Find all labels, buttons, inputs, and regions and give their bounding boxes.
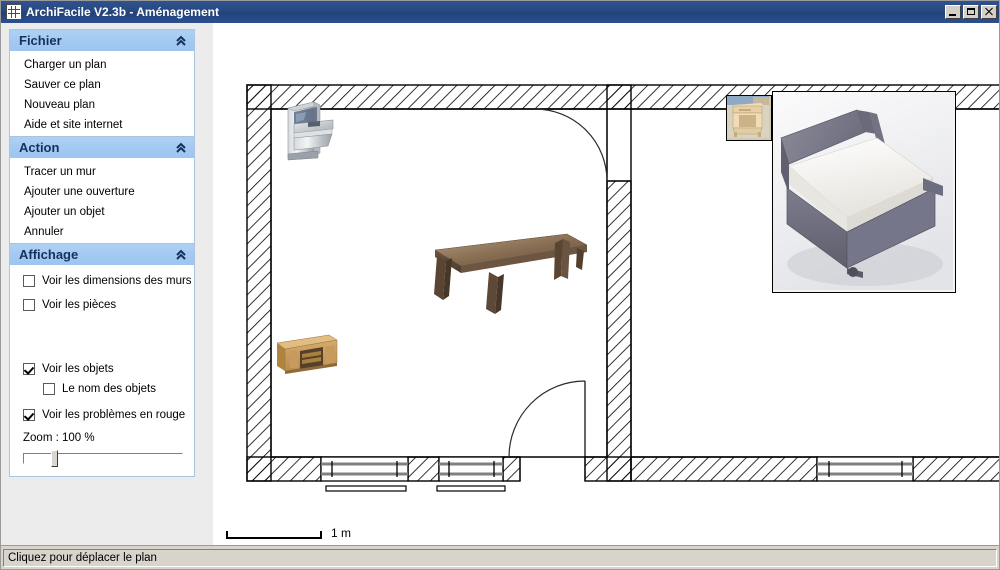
- group-title-action: Action: [19, 140, 60, 155]
- checkbox-label-nom-des-objets: Le nom des objets: [62, 383, 156, 395]
- group-action: Action Tracer un mur Ajouter une ouvertu…: [9, 136, 195, 249]
- title-bar[interactable]: ArchiFacile V2.3b - Aménagement: [1, 1, 999, 23]
- checkbox-label-voir-objets: Voir les objets: [42, 363, 114, 375]
- menu-item-sauver-ce-plan[interactable]: Sauver ce plan: [10, 75, 194, 95]
- group-body-fichier: Charger un plan Sauver ce plan Nouveau p…: [10, 51, 194, 141]
- menu-item-nouveau-plan[interactable]: Nouveau plan: [10, 95, 194, 115]
- chevron-up-icon[interactable]: [174, 248, 188, 262]
- checkbox-row-voir-problemes-rouge[interactable]: Voir les problèmes en rouge: [10, 399, 194, 425]
- chevron-up-icon[interactable]: [174, 34, 188, 48]
- status-message: Cliquez pour déplacer le plan: [3, 548, 997, 567]
- checkbox-voir-problemes-en-rouge[interactable]: [23, 409, 35, 421]
- group-fichier: Fichier Charger un plan Sauver ce plan N…: [9, 29, 195, 142]
- window-title: ArchiFacile V2.3b - Aménagement: [26, 5, 219, 19]
- plan-canvas[interactable]: 1 m: [213, 23, 999, 545]
- zoom-slider-track[interactable]: [23, 453, 183, 464]
- menu-item-ajouter-un-objet[interactable]: Ajouter un objet: [10, 202, 194, 222]
- scale-bar-line: [226, 531, 322, 539]
- app-icon: [6, 4, 22, 20]
- scale-bar-label: 1 m: [331, 526, 352, 540]
- checkbox-row-voir-pieces[interactable]: Voir les pièces: [10, 291, 194, 315]
- chevron-up-icon[interactable]: [174, 141, 188, 155]
- group-body-affichage: Voir les dimensions des murs Voir les pi…: [10, 265, 194, 472]
- application-window: ArchiFacile V2.3b - Aménagement Fichier …: [0, 0, 1000, 570]
- menu-item-aide-et-site-internet[interactable]: Aide et site internet: [10, 115, 194, 135]
- sidebar-panel: Fichier Charger un plan Sauver ce plan N…: [1, 23, 212, 545]
- object-bed[interactable]: [772, 91, 956, 293]
- object-nightstand[interactable]: [726, 95, 772, 141]
- checkbox-label-voir-dimensions-murs: Voir les dimensions des murs: [42, 275, 192, 287]
- group-header-affichage[interactable]: Affichage: [10, 244, 194, 265]
- group-affichage: Affichage Voir les dimensions des murs V…: [9, 243, 195, 477]
- group-body-action: Tracer un mur Ajouter une ouverture Ajou…: [10, 158, 194, 248]
- zoom-slider-thumb[interactable]: [51, 450, 58, 467]
- checkbox-row-voir-dimensions-murs[interactable]: Voir les dimensions des murs: [10, 271, 194, 291]
- minimize-button[interactable]: [945, 5, 961, 19]
- object-dining-table[interactable]: [415, 228, 590, 314]
- checkbox-nom-des-objets[interactable]: [43, 383, 55, 395]
- group-title-fichier: Fichier: [19, 33, 62, 48]
- close-button[interactable]: [981, 5, 997, 19]
- status-bar: Cliquez pour déplacer le plan: [1, 545, 999, 569]
- zoom-slider[interactable]: [23, 450, 183, 467]
- checkbox-label-voir-problemes-en-rouge: Voir les problèmes en rouge: [42, 409, 186, 421]
- group-title-affichage: Affichage: [19, 247, 79, 262]
- menu-item-tracer-un-mur[interactable]: Tracer un mur: [10, 162, 194, 182]
- checkbox-row-voir-objets[interactable]: Voir les objets: [10, 315, 194, 379]
- menu-item-annuler[interactable]: Annuler: [10, 222, 194, 242]
- checkbox-voir-dimensions-murs[interactable]: [23, 275, 35, 287]
- checkbox-row-nom-des-objets[interactable]: Le nom des objets: [10, 379, 194, 399]
- object-dishwasher[interactable]: [284, 98, 338, 162]
- object-sideboard[interactable]: [273, 331, 339, 377]
- zoom-level-label: Zoom : 100 %: [23, 432, 95, 444]
- group-header-action[interactable]: Action: [10, 137, 194, 158]
- menu-item-ajouter-une-ouverture[interactable]: Ajouter une ouverture: [10, 182, 194, 202]
- checkbox-voir-objets[interactable]: [23, 363, 35, 375]
- group-header-fichier[interactable]: Fichier: [10, 30, 194, 51]
- maximize-button[interactable]: [963, 5, 979, 19]
- checkbox-label-voir-pieces: Voir les pièces: [42, 299, 117, 311]
- menu-item-charger-un-plan[interactable]: Charger un plan: [10, 55, 194, 75]
- checkbox-voir-pieces[interactable]: [23, 299, 35, 311]
- scale-bar: 1 m: [226, 526, 352, 540]
